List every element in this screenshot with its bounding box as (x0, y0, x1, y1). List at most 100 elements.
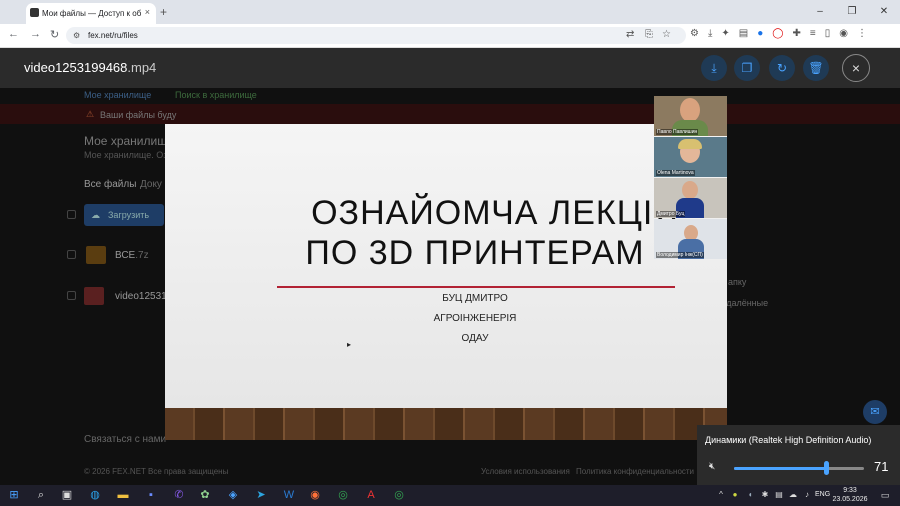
extensions-puzzle-icon[interactable]: ✚ (792, 28, 800, 39)
translate-icon[interactable]: ⇄ (626, 29, 634, 40)
profile-avatar-icon[interactable]: ◉ (839, 28, 848, 39)
start-icon[interactable]: ⊞ (5, 486, 23, 504)
slide-department: АГРОІНЖЕНЕРІЯ (433, 313, 517, 324)
participant-name: Дмитро Буц (656, 211, 686, 217)
split-icon[interactable]: ▯ (825, 28, 831, 39)
tab-title: Мои файлы — Доступ к об (42, 9, 142, 18)
opera-icon[interactable]: ◯ (772, 28, 783, 39)
mail-icon: ✉ (870, 406, 880, 418)
maximize-button[interactable]: ❐ (836, 0, 868, 24)
breadcrumb[interactable]: Мое хранилище (84, 90, 151, 100)
slide-institution: ОДАУ (461, 333, 489, 344)
clock-time: 9:33 (843, 487, 857, 494)
file-explorer-icon[interactable]: ▬ (114, 486, 132, 504)
close-viewer-button[interactable]: × (842, 54, 870, 82)
participant-name: Olena Martinova (656, 170, 695, 176)
tab-all-files[interactable]: Все файлы (84, 179, 136, 190)
chat-support-button[interactable]: ✉ (863, 400, 887, 424)
download-extension-icon[interactable]: ⤓ (708, 28, 712, 39)
minimize-button[interactable]: – (804, 0, 836, 24)
file-extension: .mp4 (127, 60, 157, 75)
participant-name: Павло Павлишин (656, 129, 699, 135)
select-all-checkbox[interactable] (67, 210, 76, 219)
forward-icon[interactable]: → (30, 28, 41, 40)
breadcrumb-search[interactable]: Поиск в хранилище (175, 90, 257, 100)
extension-icon[interactable]: ▤ (739, 28, 748, 39)
file-row-name: ВСЕ (115, 250, 136, 261)
volume-slider-fill (734, 467, 827, 470)
edge-icon[interactable]: ◍ (86, 486, 104, 504)
file-name-row[interactable]: ВСЕ.7z (115, 250, 149, 261)
url-input[interactable]: ⚙ fex.net/ru/files (66, 27, 686, 44)
upload-button[interactable]: ☁ Загрузить (84, 204, 164, 226)
volume-slider-thumb[interactable] (824, 461, 830, 475)
participant-tile: Володимир Інж(СП) (654, 219, 727, 259)
tab-documents[interactable]: Доку (140, 179, 162, 190)
participant-tile: Павло Павлишин (654, 96, 727, 136)
viber-icon[interactable]: ✆ (170, 486, 188, 504)
download-icon: ⤓ (711, 61, 717, 75)
search-icon[interactable]: ⌕ (32, 486, 50, 504)
participant-tile: Дмитро Буц (654, 178, 727, 218)
participant-face (682, 181, 698, 199)
reload-icon[interactable]: ↻ (50, 28, 59, 41)
close-window-button[interactable]: ✕ (868, 0, 900, 24)
app-icon[interactable]: ✿ (196, 486, 214, 504)
upload-label: Загрузить (108, 210, 150, 220)
browser-tab[interactable]: Мои файлы — Доступ к об × (26, 3, 156, 24)
sync-icon: ↻ (776, 61, 788, 75)
share-icon[interactable]: ⎘ (645, 29, 653, 40)
telegram-icon[interactable]: ➤ (252, 486, 270, 504)
clock-date: 23.05.2026 (832, 496, 868, 503)
more-menu-icon[interactable]: ⋮ (857, 28, 867, 39)
extension-icon[interactable]: ⚙ (690, 28, 699, 39)
notifications-icon[interactable]: ▭ (876, 486, 894, 504)
contact-link[interactable]: Связаться с нами (84, 434, 166, 445)
video-thumbnail (84, 287, 104, 305)
task-view-icon[interactable]: ▣ (58, 486, 76, 504)
language-indicator[interactable]: ENG (815, 491, 830, 498)
site-info-icon[interactable]: ⚙ (73, 27, 80, 44)
window-controls: – ❐ ✕ (804, 0, 900, 24)
extension-icon[interactable]: ● (757, 28, 763, 39)
back-icon[interactable]: ← (8, 28, 19, 40)
chrome-active-icon[interactable]: ◎ (390, 486, 408, 504)
delete-button[interactable]: 🗑 (803, 55, 829, 81)
privacy-link[interactable]: Политика конфиденциальности (576, 467, 694, 476)
participant-hair (678, 139, 702, 149)
file-name-base: video1253199468 (24, 60, 128, 75)
site-favicon-icon (30, 8, 39, 17)
file-name: video1253199468.mp4 (24, 60, 156, 75)
download-button[interactable]: ⤓ (701, 55, 727, 81)
autocad-icon[interactable]: A (362, 486, 380, 504)
chrome-icon[interactable]: ◎ (334, 486, 352, 504)
cloud-upload-icon: ☁ (91, 210, 100, 220)
firefox-icon[interactable]: ◉ (306, 486, 324, 504)
volume-flyout (697, 425, 900, 485)
file-name-row[interactable]: video12531 (115, 291, 167, 302)
sync-button[interactable]: ↻ (769, 55, 795, 81)
app-icon[interactable]: ◈ (224, 486, 242, 504)
terms-link[interactable]: Условия использования (481, 467, 570, 476)
row-checkbox[interactable] (67, 250, 76, 259)
file-row-ext: .7z (135, 250, 149, 261)
sidebar-folder-link[interactable]: апку (728, 277, 746, 287)
extensions-bar: ⚙ ⤓ ✦ ▤ ● ◯ ✚ ≡ ▯ ◉ ⋮ (690, 28, 867, 39)
page-subtitle: Мое хранилище. Ози (84, 150, 173, 160)
speaker-muted-icon[interactable]: 🔇︎ (709, 461, 715, 472)
bookmark-star-icon[interactable]: ☆ (662, 29, 671, 40)
tray-speaker-icon[interactable]: ♪ (798, 486, 816, 504)
tab-close-icon[interactable]: × (145, 7, 150, 17)
word-icon[interactable]: W (280, 486, 298, 504)
new-tab-button[interactable]: + (160, 5, 167, 19)
row-checkbox[interactable] (67, 291, 76, 300)
menu-icon[interactable]: ≡ (810, 28, 816, 39)
clock[interactable]: 9:33 23.05.2026 (830, 486, 870, 504)
copyright: © 2026 FEX.NET Все права защищены (84, 467, 229, 476)
volume-level: 71 (874, 459, 889, 474)
save-icon[interactable]: ▪ (142, 486, 160, 504)
copy-button[interactable]: ❐ (734, 55, 760, 81)
extension-icon[interactable]: ✦ (721, 28, 729, 39)
audio-device-name[interactable]: Динамики (Realtek High Definition Audio) (705, 435, 871, 445)
archive-thumbnail (86, 246, 106, 264)
